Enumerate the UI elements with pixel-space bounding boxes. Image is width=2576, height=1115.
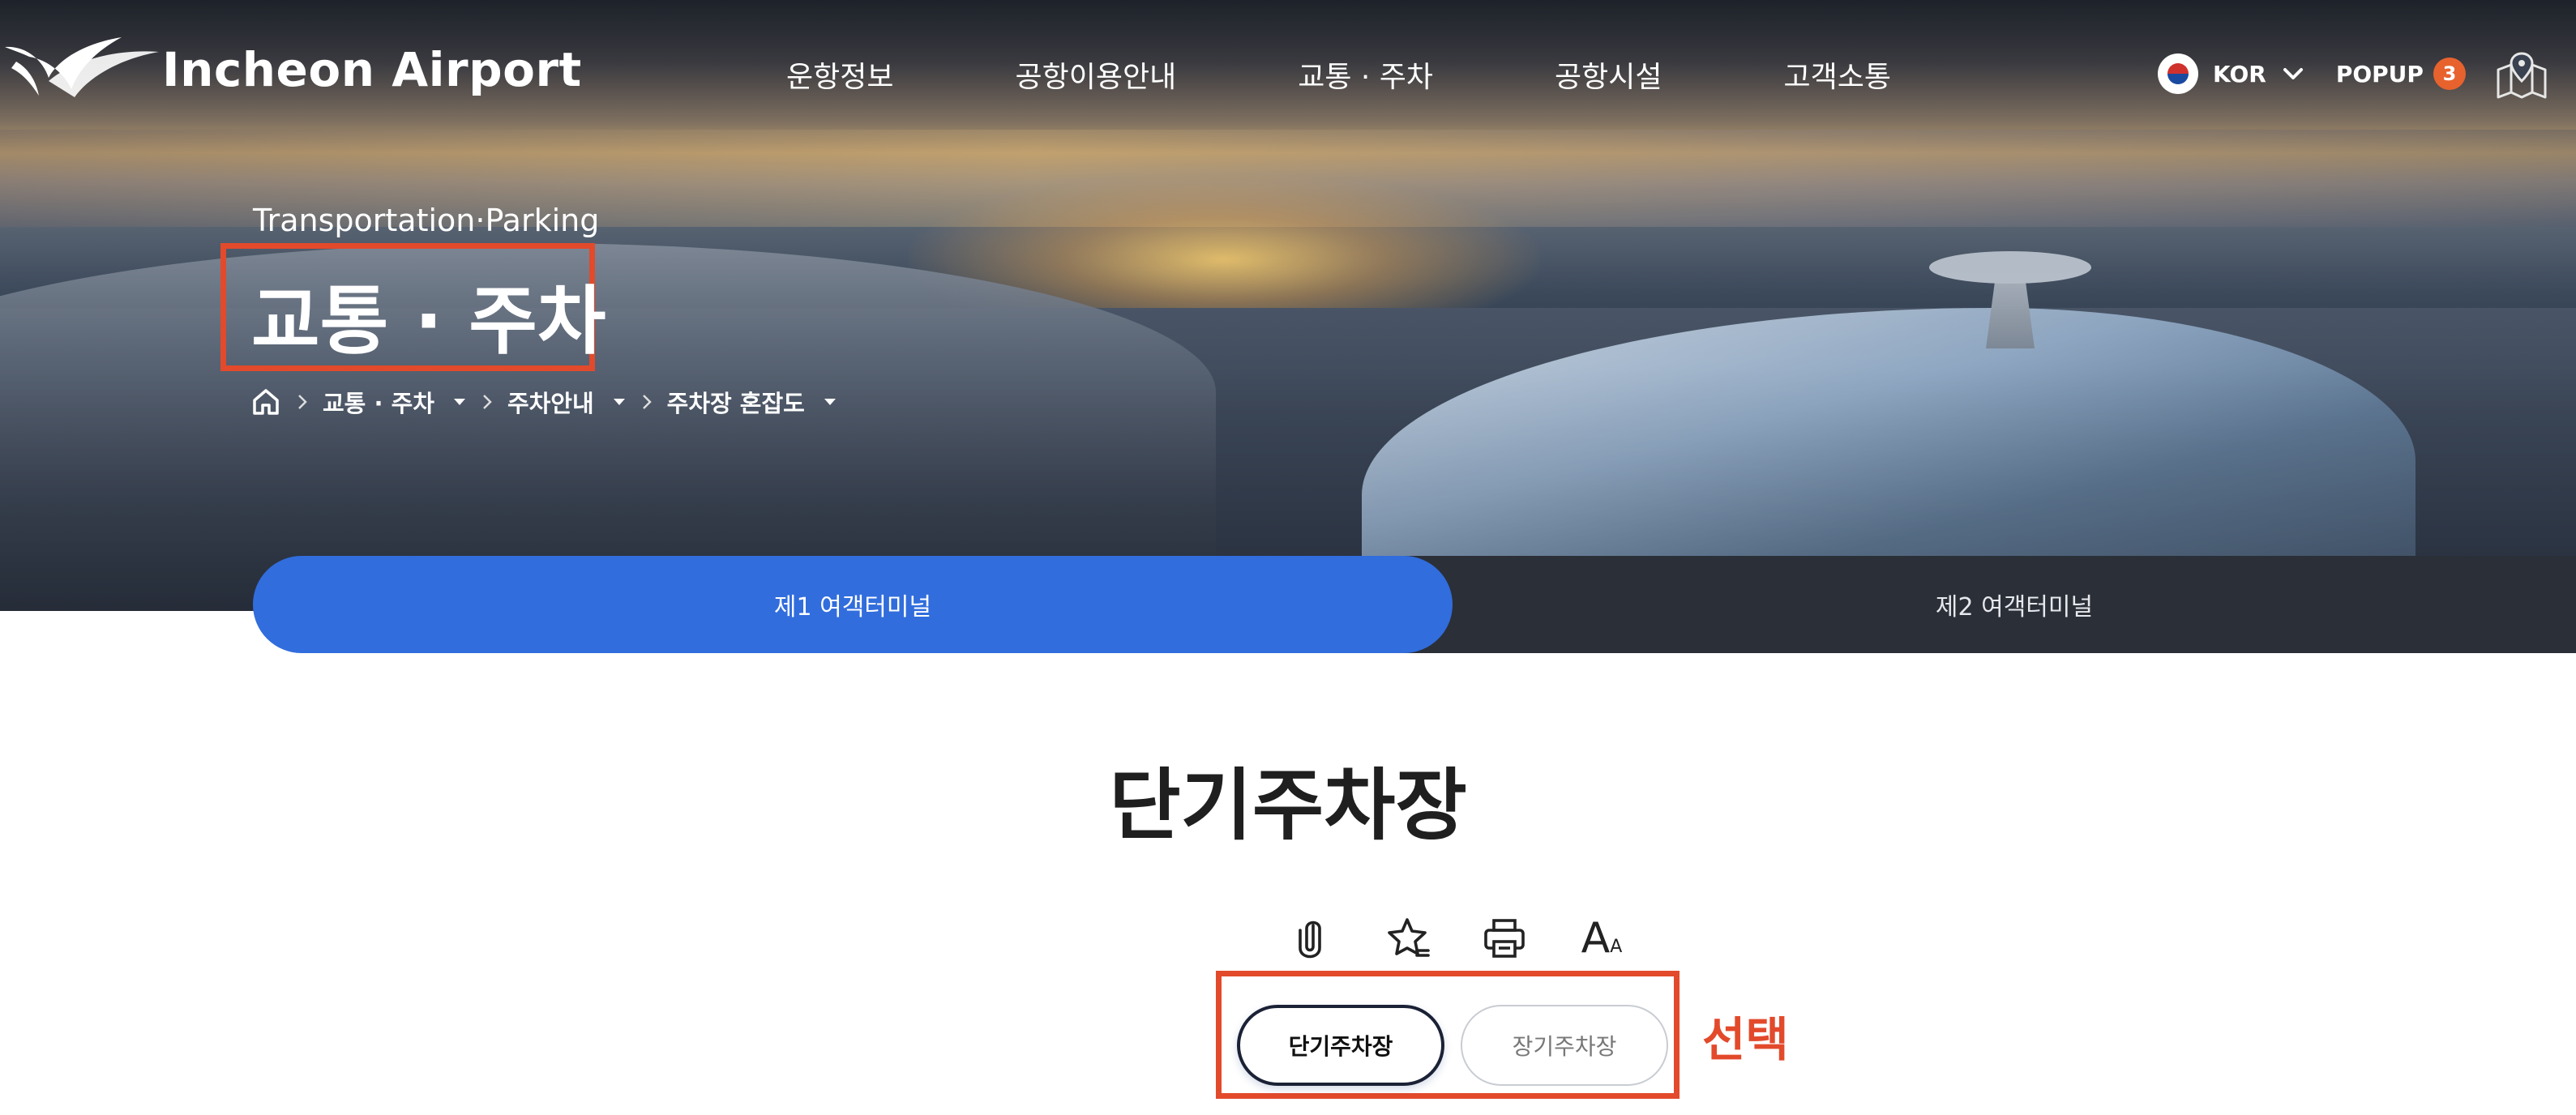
breadcrumb-label: 교통 · 주차 bbox=[323, 390, 434, 417]
caret-down-icon bbox=[613, 399, 625, 405]
breadcrumb-separator-icon bbox=[297, 393, 308, 411]
home-icon[interactable] bbox=[250, 386, 282, 418]
page-title: 교통 · 주차 bbox=[251, 278, 606, 365]
clip-icon[interactable] bbox=[1286, 914, 1334, 963]
site-logo[interactable]: Incheon Airport bbox=[0, 29, 582, 110]
breadcrumb-label: 주차안내 bbox=[507, 390, 594, 417]
breadcrumb-separator-icon bbox=[481, 393, 493, 411]
nav-item-transport-parking[interactable]: 교통 · 주차 bbox=[1298, 53, 1433, 96]
breadcrumb-label: 주차장 혼잡도 bbox=[666, 390, 805, 417]
font-size-icon[interactable]: AA bbox=[1577, 914, 1626, 963]
utility-bar: KOR POPUP 3 bbox=[2158, 53, 2466, 94]
print-icon[interactable] bbox=[1480, 914, 1529, 963]
caret-down-icon bbox=[453, 399, 465, 405]
breadcrumb-separator-icon bbox=[641, 393, 653, 411]
tab-terminal-1[interactable]: 제1 여객터미널 bbox=[253, 556, 1453, 653]
caret-down-icon bbox=[824, 399, 836, 405]
breadcrumb-item-parking-guide[interactable]: 주차안내 bbox=[507, 385, 627, 419]
popup-button[interactable]: POPUP bbox=[2336, 61, 2424, 88]
logo-text: Incheon Airport bbox=[162, 42, 582, 97]
short-term-parking-button[interactable]: 단기주차장 bbox=[1237, 1005, 1444, 1086]
language-selector[interactable]: KOR bbox=[2213, 61, 2266, 88]
star-icon[interactable] bbox=[1383, 914, 1431, 963]
nav-item-airport-guide[interactable]: 공항이용안내 bbox=[1015, 53, 1176, 96]
nav-item-facilities[interactable]: 공항시설 bbox=[1555, 53, 1662, 96]
selection-annotation: 선택 bbox=[1702, 1012, 1789, 1067]
main-nav: 운항정보 공항이용안내 교통 · 주차 공항시설 고객소통 bbox=[786, 53, 2013, 96]
font-size-large-glyph: A bbox=[1581, 914, 1611, 963]
korea-flag-icon bbox=[2158, 53, 2198, 94]
long-term-parking-button[interactable]: 장기주차장 bbox=[1461, 1005, 1668, 1086]
site-header: Incheon Airport 운항정보 공항이용안내 교통 · 주차 공항시설… bbox=[0, 0, 2576, 154]
breadcrumb: 교통 · 주차 주차안내 주차장 혼잡도 bbox=[250, 384, 837, 420]
breadcrumb-item-transport[interactable]: 교통 · 주차 bbox=[323, 385, 467, 419]
font-size-small-glyph: A bbox=[1610, 937, 1623, 957]
breadcrumb-item-congestion[interactable]: 주차장 혼잡도 bbox=[667, 385, 837, 419]
page-subtitle-en: Transportation·Parking bbox=[253, 203, 600, 238]
logo-mark-icon bbox=[5, 37, 159, 97]
nav-item-customer[interactable]: 고객소통 bbox=[1784, 53, 1891, 96]
nav-item-flight-info[interactable]: 운항정보 bbox=[786, 53, 893, 96]
content-toolbar: AA bbox=[1286, 914, 1626, 963]
content-title: 단기주차장 bbox=[1109, 760, 1467, 851]
map-icon[interactable] bbox=[2493, 49, 2550, 105]
tab-terminal-2[interactable]: 제2 여객터미널 bbox=[1404, 556, 2576, 653]
popup-count-badge: 3 bbox=[2433, 58, 2466, 90]
chevron-down-icon[interactable] bbox=[2283, 67, 2304, 80]
terminal-tabs: 제2 여객터미널 제1 여객터미널 bbox=[253, 556, 2576, 653]
